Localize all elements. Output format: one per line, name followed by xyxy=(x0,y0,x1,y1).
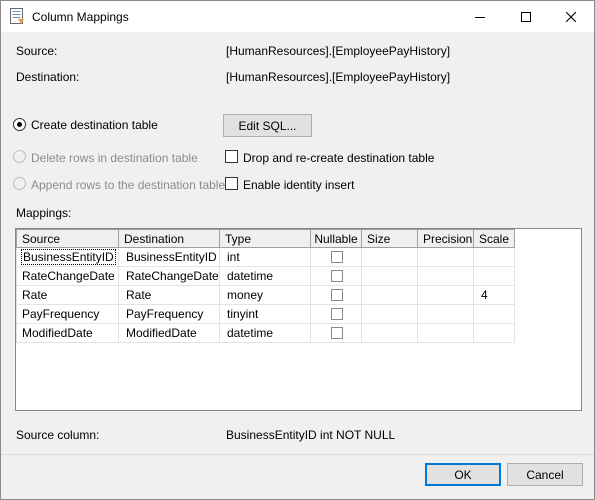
source-column-label: Source column: xyxy=(16,428,100,442)
row-type-cell[interactable]: datetime xyxy=(219,323,311,343)
row-scale-cell[interactable] xyxy=(473,266,515,286)
row-destination-cell[interactable]: RateChangeDate xyxy=(118,266,220,286)
nullable-checkbox[interactable] xyxy=(331,289,343,301)
column-header-size[interactable]: Size xyxy=(361,229,418,248)
row-size-cell[interactable] xyxy=(361,323,418,343)
nullable-checkbox[interactable] xyxy=(331,327,343,339)
row-nullable-cell[interactable] xyxy=(310,266,362,286)
row-type-cell[interactable]: tinyint xyxy=(219,304,311,324)
row-precision-cell[interactable] xyxy=(417,266,474,286)
row-source-cell[interactable]: ModifiedDate xyxy=(16,323,119,343)
row-nullable-cell[interactable] xyxy=(310,304,362,324)
row-size-cell[interactable] xyxy=(361,304,418,324)
table-row[interactable]: RateChangeDate RateChangeDate datetime xyxy=(16,266,515,286)
delete-rows-radio[interactable] xyxy=(13,150,26,163)
row-scale-cell[interactable] xyxy=(473,247,515,267)
minimize-icon xyxy=(475,16,485,18)
source-column-value: BusinessEntityID int NOT NULL xyxy=(226,428,396,442)
source-label: Source: xyxy=(16,44,58,58)
minimize-button[interactable] xyxy=(457,1,503,32)
row-size-cell[interactable] xyxy=(361,285,418,305)
maximize-button[interactable] xyxy=(503,1,549,32)
footer-divider xyxy=(1,454,594,455)
window-title: Column Mappings xyxy=(32,10,129,24)
append-rows-label: Append rows to the destination table xyxy=(31,178,226,192)
row-destination-cell[interactable]: PayFrequency xyxy=(118,304,220,324)
row-nullable-cell[interactable] xyxy=(310,247,362,267)
drop-recreate-label: Drop and re-create destination table xyxy=(243,151,435,165)
row-size-cell[interactable] xyxy=(361,266,418,286)
column-mappings-dialog: Column Mappings Source: [HumanResources]… xyxy=(0,0,595,500)
nullable-checkbox[interactable] xyxy=(331,308,343,320)
maximize-icon xyxy=(521,11,531,22)
row-scale-cell[interactable]: 4 xyxy=(473,285,515,305)
column-header-destination[interactable]: Destination xyxy=(118,229,220,248)
column-header-scale[interactable]: Scale xyxy=(473,229,515,248)
column-header-precision[interactable]: Precision xyxy=(417,229,474,248)
identity-insert-label: Enable identity insert xyxy=(243,178,355,192)
cancel-button[interactable]: Cancel xyxy=(507,463,583,486)
ok-button[interactable]: OK xyxy=(425,463,501,486)
row-type-cell[interactable]: datetime xyxy=(219,266,311,286)
row-source-cell[interactable]: Rate xyxy=(16,285,119,305)
table-row[interactable]: Rate Rate money 4 xyxy=(16,285,515,305)
edit-sql-button[interactable]: Edit SQL... xyxy=(223,114,312,137)
row-scale-cell[interactable] xyxy=(473,304,515,324)
destination-value: [HumanResources].[EmployeePayHistory] xyxy=(226,70,451,84)
row-type-cell[interactable]: int xyxy=(219,247,311,267)
delete-rows-label: Delete rows in destination table xyxy=(31,151,198,165)
drop-recreate-checkbox[interactable] xyxy=(225,150,238,163)
row-precision-cell[interactable] xyxy=(417,323,474,343)
row-destination-cell[interactable]: Rate xyxy=(118,285,220,305)
row-source-cell[interactable]: BusinessEntityID xyxy=(16,247,119,267)
row-nullable-cell[interactable] xyxy=(310,285,362,305)
table-row[interactable]: PayFrequency PayFrequency tinyint xyxy=(16,304,515,324)
column-header-source[interactable]: Source xyxy=(16,229,119,248)
row-destination-cell[interactable]: BusinessEntityID xyxy=(118,247,220,267)
mappings-table: Source Destination Type Nullable Size Pr… xyxy=(16,229,515,343)
row-type-cell[interactable]: money xyxy=(219,285,311,305)
create-destination-label: Create destination table xyxy=(31,118,158,132)
destination-label: Destination: xyxy=(16,70,80,84)
row-scale-cell[interactable] xyxy=(473,323,515,343)
append-rows-radio[interactable] xyxy=(13,177,26,190)
close-icon xyxy=(566,11,576,22)
row-precision-cell[interactable] xyxy=(417,304,474,324)
row-source-cell[interactable]: PayFrequency xyxy=(16,304,119,324)
mappings-label: Mappings: xyxy=(16,206,72,220)
close-button[interactable] xyxy=(548,1,594,32)
dialog-app-icon xyxy=(10,8,24,24)
column-header-nullable[interactable]: Nullable xyxy=(310,229,362,248)
row-precision-cell[interactable] xyxy=(417,285,474,305)
create-destination-radio[interactable] xyxy=(13,118,26,131)
row-destination-cell[interactable]: ModifiedDate xyxy=(118,323,220,343)
title-bar: Column Mappings xyxy=(1,1,594,32)
row-size-cell[interactable] xyxy=(361,247,418,267)
nullable-checkbox[interactable] xyxy=(331,251,343,263)
nullable-checkbox[interactable] xyxy=(331,270,343,282)
column-header-type[interactable]: Type xyxy=(219,229,311,248)
row-source-cell[interactable]: RateChangeDate xyxy=(16,266,119,286)
row-nullable-cell[interactable] xyxy=(310,323,362,343)
identity-insert-checkbox[interactable] xyxy=(225,177,238,190)
source-value: [HumanResources].[EmployeePayHistory] xyxy=(226,44,451,58)
table-row[interactable]: ModifiedDate ModifiedDate datetime xyxy=(16,323,515,343)
mappings-grid[interactable]: Source Destination Type Nullable Size Pr… xyxy=(15,228,582,411)
table-row[interactable]: BusinessEntityID BusinessEntityID int xyxy=(16,247,515,267)
row-precision-cell[interactable] xyxy=(417,247,474,267)
mappings-header-row: Source Destination Type Nullable Size Pr… xyxy=(16,229,515,248)
